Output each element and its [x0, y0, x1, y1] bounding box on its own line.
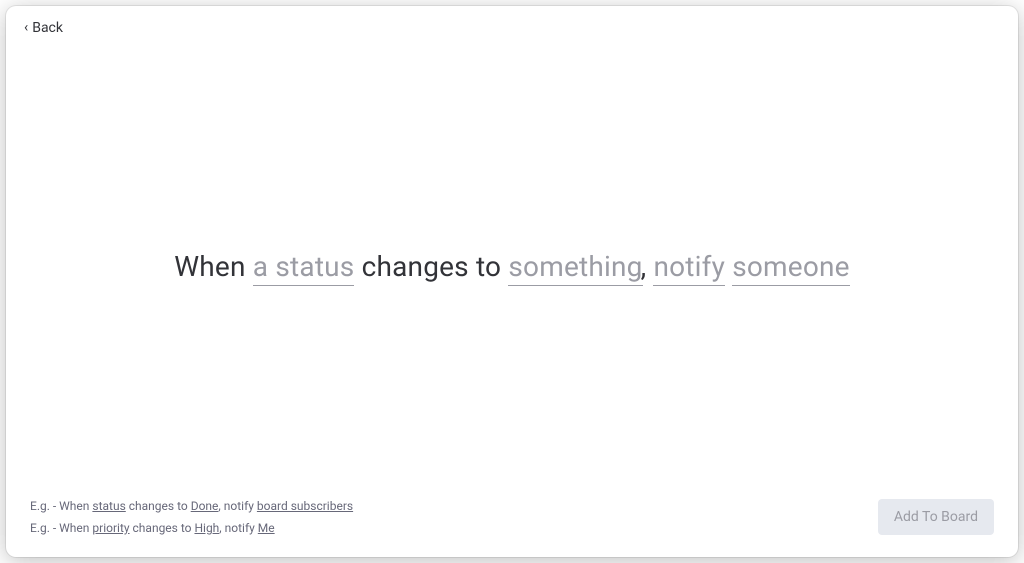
back-label: Back	[32, 20, 63, 36]
comma: ,	[641, 250, 647, 283]
rule-sentence-area: When a status changes to something, noti…	[6, 36, 1018, 499]
value-slot[interactable]: something	[508, 250, 642, 286]
target-slot[interactable]: someone	[732, 250, 850, 286]
when-label: When	[174, 250, 245, 283]
changes-to-label: changes to	[362, 250, 502, 283]
example-line: E.g. - When priority changes to High, no…	[30, 521, 353, 535]
example-line: E.g. - When status changes to Done, noti…	[30, 499, 353, 513]
chevron-left-icon: ‹	[24, 21, 28, 35]
rule-sentence: When a status changes to something, noti…	[174, 250, 849, 286]
top-bar: ‹ Back	[6, 6, 1018, 36]
rule-builder-modal: ‹ Back When a status changes to somethin…	[6, 6, 1018, 557]
status-slot[interactable]: a status	[253, 250, 355, 286]
examples-list: E.g. - When status changes to Done, noti…	[30, 499, 353, 535]
back-button[interactable]: ‹ Back	[24, 20, 63, 36]
action-slot[interactable]: notify	[653, 250, 725, 286]
bottom-bar: E.g. - When status changes to Done, noti…	[6, 499, 1018, 557]
add-to-board-button[interactable]: Add To Board	[878, 499, 994, 535]
